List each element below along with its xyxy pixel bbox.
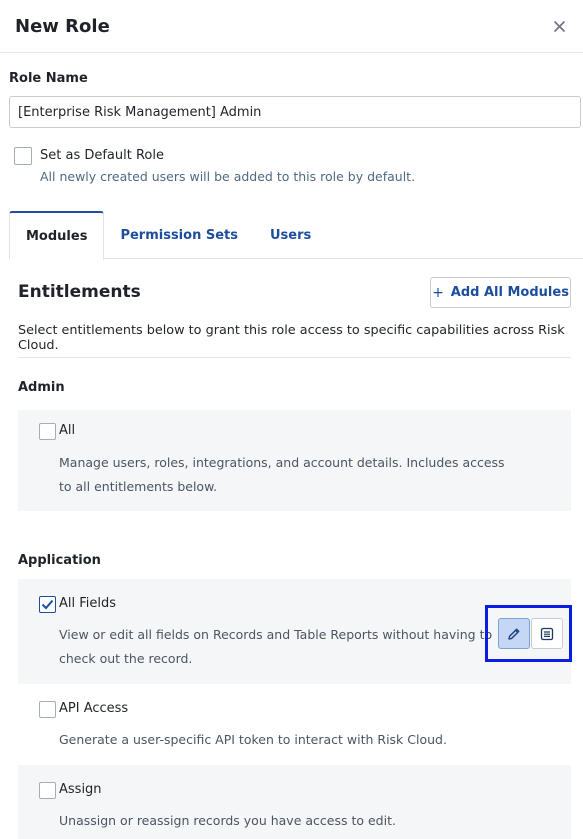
entitlement-description: Generate a user-specific API token to in… — [59, 728, 447, 752]
entitlement-admin-all: All Manage users, roles, integrations, a… — [18, 410, 571, 511]
role-tabs: Modules Permission Sets Users — [9, 211, 583, 260]
pencil-icon — [508, 628, 520, 640]
divider — [18, 357, 571, 358]
default-role-label: Set as Default Role — [40, 148, 164, 163]
role-name-label: Role Name — [9, 71, 88, 86]
entitlement-api-access: API Access Generate a user-specific API … — [18, 684, 571, 765]
entitlement-description: Unassign or reassign records you have ac… — [59, 809, 396, 833]
description-line: to all entitlements below. — [59, 479, 218, 494]
entitlement-name: All — [59, 423, 76, 438]
entitlement-description: View or edit all fields on Records and T… — [59, 623, 492, 671]
entitlements-title: Entitlements — [18, 282, 141, 302]
default-role-help: All newly created users will be added to… — [40, 169, 416, 184]
description-line: check out the record. — [59, 651, 193, 666]
role-name-input[interactable] — [9, 96, 581, 128]
default-role-option: Set as Default Role All newly created us… — [14, 147, 415, 184]
close-icon[interactable] — [547, 14, 571, 38]
description-line: Manage users, roles, integrations, and a… — [59, 455, 505, 470]
entitlement-name: Assign — [59, 782, 102, 797]
entitlement-checkbox-all[interactable] — [39, 423, 56, 440]
description-line: Generate a user-specific API token to in… — [59, 732, 447, 747]
entitlement-name: API Access — [59, 701, 129, 716]
entitlement-checkbox-all-fields[interactable] — [39, 596, 56, 613]
entitlement-assign: Assign Unassign or reassign records you … — [18, 765, 571, 839]
dialog-header: New Role — [0, 0, 583, 53]
new-role-panel: New Role Role Name Set as Default Role A… — [0, 0, 583, 839]
tab-modules[interactable]: Modules — [9, 211, 105, 260]
entitlements-description: Select entitlements below to grant this … — [18, 323, 565, 353]
section-application-label: Application — [18, 553, 101, 568]
description-line: View or edit all fields on Records and T… — [59, 627, 493, 642]
add-all-modules-label: Add All Modules — [450, 285, 569, 300]
checkmark-icon — [41, 599, 54, 610]
view-permission-button[interactable] — [531, 618, 563, 649]
edit-permission-button[interactable] — [498, 618, 530, 649]
plus-icon: + — [432, 284, 444, 301]
tab-permission-sets[interactable]: Permission Sets — [104, 211, 254, 259]
tab-users[interactable]: Users — [254, 211, 327, 259]
default-role-checkbox[interactable] — [14, 147, 32, 165]
dialog-title: New Role — [15, 15, 110, 37]
permission-toggle-highlight — [485, 605, 572, 662]
entitlement-checkbox-api-access[interactable] — [39, 701, 56, 718]
section-admin-label: Admin — [18, 380, 65, 395]
entitlement-checkbox-assign[interactable] — [39, 782, 56, 799]
entitlement-name: All Fields — [59, 596, 117, 611]
description-line: Unassign or reassign records you have ac… — [59, 813, 396, 828]
document-icon — [540, 627, 554, 640]
entitlement-description: Manage users, roles, integrations, and a… — [59, 451, 505, 499]
add-all-modules-button[interactable]: + Add All Modules — [430, 277, 571, 308]
